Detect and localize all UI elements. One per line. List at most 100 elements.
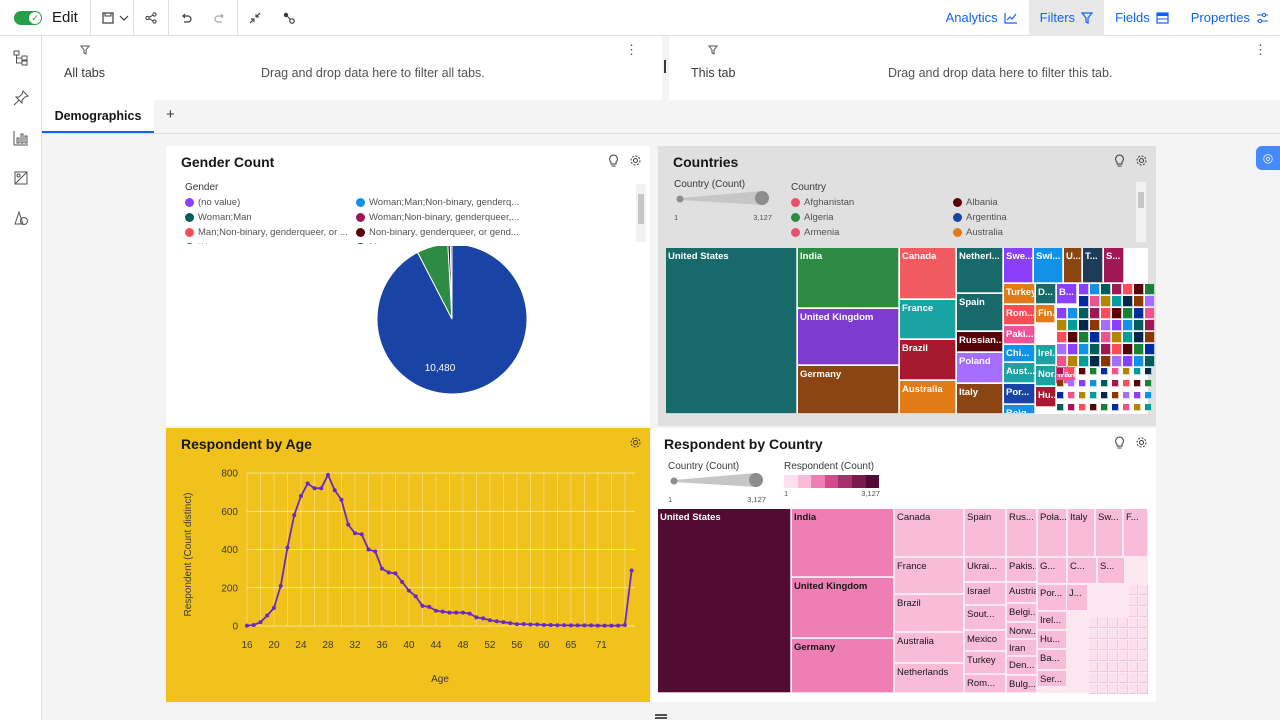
treemap-cell-small[interactable] (1068, 392, 1075, 399)
scrollbar-thumb[interactable] (1138, 192, 1144, 208)
treemap-cell-small[interactable] (1129, 662, 1138, 672)
treemap-cell-small[interactable] (1057, 368, 1064, 375)
treemap-cell-small[interactable] (1145, 368, 1152, 375)
legend-item[interactable]: Albania (953, 195, 1108, 210)
data-point[interactable] (258, 620, 263, 625)
treemap-cell[interactable]: Irel... (1038, 612, 1067, 630)
treemap-cell[interactable]: Germany (798, 366, 899, 414)
treemap-cell-small[interactable] (1112, 308, 1122, 319)
treemap-cell-small[interactable] (1079, 392, 1086, 399)
treemap-cell-small[interactable] (1090, 308, 1100, 319)
treemap-cell-small[interactable] (1134, 356, 1144, 367)
treemap-cell[interactable]: United States (658, 509, 791, 693)
treemap-cell-small[interactable] (1101, 332, 1111, 343)
treemap-cell[interactable]: Australia (900, 381, 956, 414)
treemap-cell-small[interactable] (1112, 392, 1119, 399)
treemap-cell-small[interactable] (1101, 308, 1111, 319)
legend-scrollbar[interactable] (636, 184, 646, 242)
treemap-cell[interactable]: Ser... (1038, 671, 1067, 687)
treemap-cell-small[interactable] (1145, 344, 1155, 355)
data-point[interactable] (487, 618, 492, 623)
treemap-cell-small[interactable] (1057, 308, 1067, 319)
treemap-cell[interactable]: Hu... (1036, 387, 1056, 407)
treemap-cell-small[interactable] (1145, 356, 1155, 367)
treemap-cell-small[interactable] (1123, 404, 1130, 411)
treemap-cell[interactable]: Spain (957, 294, 1003, 331)
treemap-cell-small[interactable] (1139, 684, 1148, 694)
treemap-cell-small[interactable] (1090, 368, 1097, 375)
bottom-drag-handle[interactable] (655, 714, 667, 716)
treemap-cell-small[interactable] (1112, 320, 1122, 331)
treemap-cell-small[interactable] (1139, 651, 1148, 661)
data-point[interactable] (535, 622, 540, 627)
treemap-cell-small[interactable] (1089, 640, 1098, 650)
treemap-cell-small[interactable] (1090, 320, 1100, 331)
data-point[interactable] (265, 613, 270, 618)
data-point[interactable] (292, 513, 297, 518)
legend-item[interactable]: Non-binary, genderqueer, or gend... (356, 225, 527, 240)
data-point[interactable] (413, 594, 418, 599)
treemap-cell-small[interactable] (1145, 284, 1155, 295)
panel-resize-handle[interactable] (664, 60, 666, 73)
treemap-cell-small[interactable] (1099, 618, 1108, 628)
treemap-cell-small[interactable] (1109, 684, 1118, 694)
treemap-cell-small[interactable] (1101, 368, 1108, 375)
treemap-cell[interactable]: United States (666, 248, 797, 414)
treemap-cell-small[interactable] (1099, 651, 1108, 661)
treemap-cell[interactable]: Turkey (965, 652, 1006, 674)
treemap-cell[interactable]: Canada (900, 248, 956, 299)
treemap-cell[interactable]: France (895, 558, 964, 594)
treemap-cell[interactable]: Norw... (1007, 623, 1037, 639)
data-point[interactable] (298, 493, 303, 498)
data-point[interactable] (245, 623, 249, 628)
treemap-cell[interactable]: Ukrai... (965, 558, 1006, 582)
assistant-icon[interactable]: ◎ (1256, 146, 1280, 170)
treemap-cell-small[interactable] (1139, 662, 1148, 672)
data-point[interactable] (319, 486, 324, 491)
data-point[interactable] (501, 620, 506, 625)
treemap-cell-small[interactable] (1079, 296, 1089, 307)
respondent-by-country-widget[interactable]: Respondent by Country Country (Count) 1 … (652, 428, 1156, 702)
treemap-cell[interactable]: Paki... (1004, 326, 1035, 344)
legend-item[interactable]: Australia (953, 225, 1108, 240)
data-point[interactable] (622, 623, 627, 628)
treemap-cell-small[interactable] (1057, 404, 1064, 411)
scrollbar-thumb[interactable] (638, 194, 644, 224)
treemap-cell-small[interactable] (1139, 607, 1148, 617)
treemap-cell-small[interactable] (1119, 673, 1128, 683)
treemap-cell-small[interactable] (1123, 308, 1133, 319)
data-point[interactable] (575, 623, 580, 628)
collapse-icon[interactable] (238, 0, 272, 36)
treemap-cell-small[interactable] (1129, 629, 1138, 639)
tab-properties[interactable]: Properties (1180, 0, 1280, 36)
treemap-cell[interactable]: Chi... (1004, 345, 1035, 362)
treemap-cell-small[interactable] (1079, 356, 1089, 367)
data-point[interactable] (366, 547, 371, 552)
overflow-menu-icon[interactable]: ⋮ (1254, 42, 1267, 58)
data-point[interactable] (359, 532, 364, 537)
treemap-cell-small[interactable] (1090, 356, 1100, 367)
respondent-by-country-treemap[interactable]: United States India United Kingdom Germany C… (658, 509, 1148, 694)
data-point[interactable] (386, 570, 391, 575)
data-point[interactable] (616, 623, 621, 628)
treemap-cell-small[interactable] (1090, 296, 1100, 307)
treemap-cell[interactable]: Belg... (1004, 405, 1035, 414)
treemap-cell[interactable]: Iran (1007, 640, 1037, 656)
data-point[interactable] (406, 588, 411, 593)
treemap-cell-small[interactable] (1123, 344, 1133, 355)
treemap-cell-small[interactable] (1129, 585, 1138, 595)
treemap-cell-small[interactable] (1068, 356, 1078, 367)
treemap-cell-small[interactable] (1123, 356, 1133, 367)
legend-item[interactable]: Woman (185, 240, 356, 244)
treemap-cell[interactable]: Brazil (895, 595, 964, 632)
treemap-cell-small[interactable] (1129, 651, 1138, 661)
treemap-cell-small[interactable] (1129, 607, 1138, 617)
treemap-cell-small[interactable] (1099, 673, 1108, 683)
data-point[interactable] (420, 603, 425, 608)
lightbulb-icon[interactable] (608, 154, 619, 170)
treemap-cell-small[interactable] (1123, 380, 1130, 387)
data-point[interactable] (325, 472, 330, 477)
treemap-cell-small[interactable] (1145, 296, 1155, 307)
treemap-cell-small[interactable] (1119, 629, 1128, 639)
treemap-cell-small[interactable] (1089, 684, 1098, 694)
